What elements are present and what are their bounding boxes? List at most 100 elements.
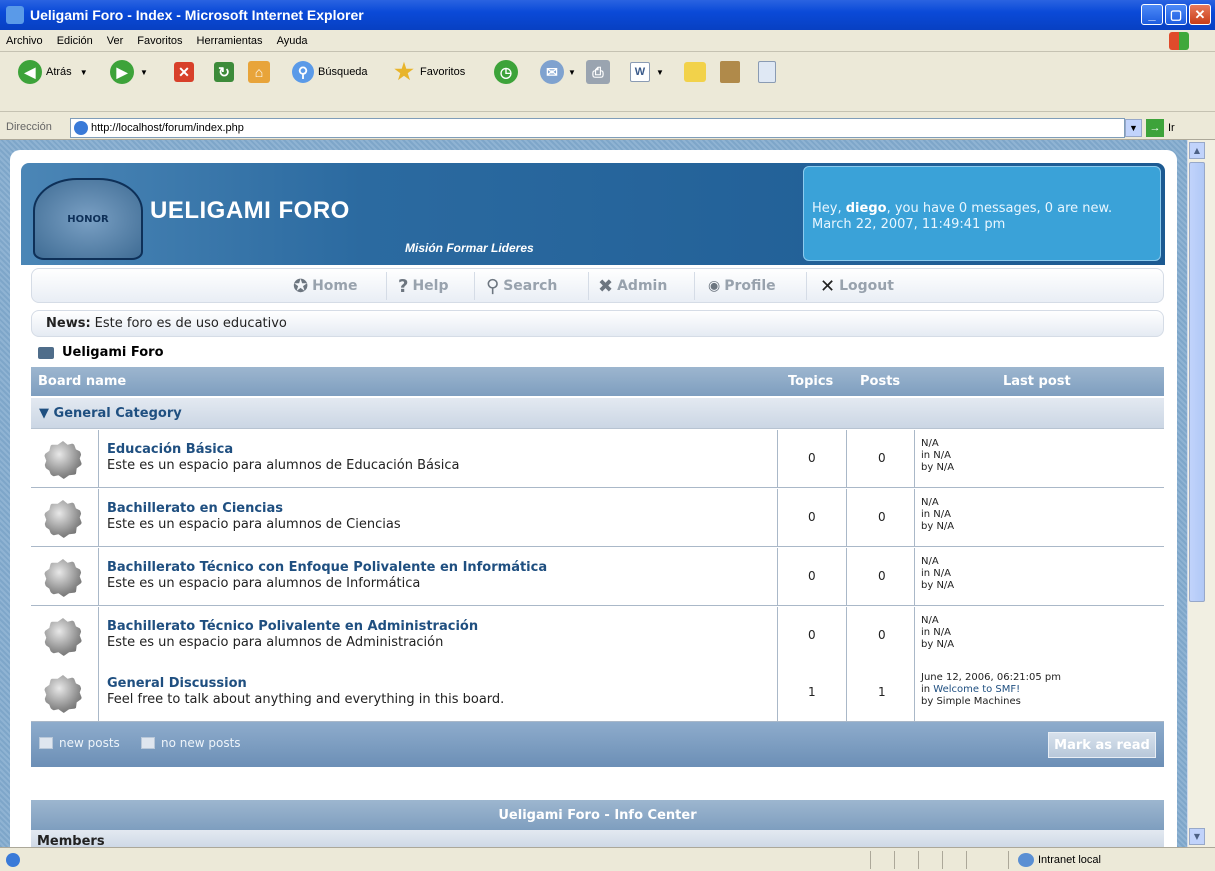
- menu-edicion[interactable]: Edición: [57, 35, 93, 47]
- status-panel: [870, 851, 871, 869]
- print-button[interactable]: ⎙: [586, 55, 610, 89]
- greeting-pre: Hey,: [812, 201, 846, 216]
- menu-favoritos[interactable]: Favoritos: [137, 35, 182, 47]
- nav-logout-label: Logout: [839, 278, 894, 294]
- cell-divider: [914, 489, 915, 547]
- user-info-box: Hey, diego, you have 0 messages, 0 are n…: [803, 166, 1161, 261]
- edit-button[interactable]: W ▼: [630, 55, 664, 89]
- word-icon: W: [630, 62, 650, 82]
- menu-archivo[interactable]: Archivo: [6, 35, 43, 47]
- no-new-posts-icon: [141, 737, 155, 749]
- eye-icon: ◉: [708, 278, 721, 294]
- nav-logout[interactable]: ✕ Logout: [820, 272, 894, 300]
- search-button[interactable]: ⚲ Búsqueda: [292, 55, 368, 89]
- windows-logo-icon: [1169, 32, 1189, 50]
- stop-button[interactable]: ✕: [174, 55, 194, 89]
- minimize-button[interactable]: _: [1141, 4, 1163, 25]
- intranet-icon: [1018, 853, 1034, 867]
- nav-divider: [588, 272, 589, 300]
- legend-no-new-posts: no new posts: [141, 736, 241, 750]
- forward-button[interactable]: ▶ ▼: [110, 55, 148, 89]
- vertical-scrollbar[interactable]: ▲ ▼: [1187, 140, 1215, 847]
- research-button[interactable]: [720, 55, 740, 89]
- menu-ayuda[interactable]: Ayuda: [277, 35, 308, 47]
- nav-divider: [806, 272, 807, 300]
- last-post-date: N/A: [921, 438, 939, 449]
- close-button[interactable]: ✕: [1189, 4, 1211, 25]
- search-icon: ⚲: [486, 275, 500, 297]
- site-title: UELIGAMI FORO: [150, 197, 350, 224]
- address-input[interactable]: http://localhost/forum/index.php: [70, 118, 1125, 138]
- legend-new-label: new posts: [59, 736, 120, 750]
- cell-divider: [846, 430, 847, 488]
- home-icon: ⌂: [248, 61, 270, 83]
- last-post-topic-link[interactable]: Welcome to SMF!: [933, 684, 1020, 695]
- back-label: Atrás: [46, 66, 72, 78]
- window-titlebar: Ueligami Foro - Index - Microsoft Intern…: [0, 0, 1215, 30]
- go-button[interactable]: → Ir: [1146, 119, 1175, 137]
- go-label: Ir: [1168, 122, 1175, 134]
- board-topics: 1: [808, 685, 816, 699]
- board-title[interactable]: Bachillerato Técnico con Enfoque Polival…: [107, 560, 547, 575]
- nav-home[interactable]: ✪ Home: [293, 272, 358, 300]
- messenger-button[interactable]: [758, 55, 776, 89]
- board-posts: 0: [878, 510, 886, 524]
- status-panel: [894, 851, 895, 869]
- col-last-post: Last post: [1003, 374, 1071, 389]
- back-button[interactable]: ◀ Atrás ▼: [18, 55, 88, 89]
- col-posts: Posts: [860, 374, 901, 389]
- window-title: Ueligami Foro - Index - Microsoft Intern…: [30, 7, 364, 23]
- greeting-post: , you have 0 messages, 0 are new.: [886, 201, 1113, 216]
- security-zone: Intranet local: [1018, 853, 1101, 867]
- printer-icon: ⎙: [586, 60, 610, 84]
- refresh-button[interactable]: ↻: [214, 55, 234, 89]
- chevron-down-icon: ▼: [140, 67, 148, 77]
- last-post-author: by N/A: [921, 639, 955, 650]
- cell-divider: [914, 607, 915, 665]
- category-row[interactable]: ▼ General Category: [31, 398, 1164, 429]
- breadcrumb-forum[interactable]: Ueligami Foro: [62, 345, 164, 360]
- chevron-down-icon: ▼: [79, 67, 88, 77]
- username[interactable]: diego: [846, 201, 887, 216]
- cell-divider: [846, 607, 847, 665]
- mark-as-read-button[interactable]: Mark as read: [1048, 732, 1156, 758]
- scroll-thumb[interactable]: [1189, 162, 1205, 602]
- nav-help[interactable]: ? Help: [398, 272, 449, 300]
- menu-ver[interactable]: Ver: [107, 35, 124, 47]
- scroll-down-button[interactable]: ▼: [1189, 828, 1205, 845]
- home-icon: ✪: [293, 275, 309, 297]
- menu-herramientas[interactable]: Herramientas: [197, 35, 263, 47]
- cell-divider: [914, 430, 915, 488]
- history-button[interactable]: ◷: [494, 55, 518, 89]
- cell-divider: [914, 664, 915, 722]
- board-title[interactable]: Bachillerato en Ciencias: [107, 501, 283, 516]
- home-button[interactable]: ⌂: [248, 55, 270, 89]
- chevron-down-icon: ▼: [656, 67, 664, 77]
- last-post-topic: in N/A: [921, 568, 951, 579]
- nav-profile[interactable]: ◉ Profile: [708, 272, 776, 300]
- scroll-up-button[interactable]: ▲: [1189, 142, 1205, 159]
- cell-divider: [846, 664, 847, 722]
- mail-button[interactable]: ✉ ▼: [540, 55, 576, 89]
- board-table-header: Board name Topics Posts Last post: [31, 367, 1164, 396]
- stop-icon: ✕: [174, 62, 194, 82]
- last-post-author: by N/A: [921, 580, 955, 591]
- board-title[interactable]: Educación Básica: [107, 442, 233, 457]
- nav-search[interactable]: ⚲ Search: [486, 272, 557, 300]
- address-dropdown[interactable]: ▼: [1125, 119, 1142, 137]
- board-title[interactable]: General Discussion: [107, 676, 247, 691]
- favorites-button[interactable]: ★ Favoritos: [392, 55, 465, 89]
- last-post-topic: in N/A: [921, 509, 951, 520]
- board-description: Este es un espacio para alumnos de Admin…: [107, 635, 444, 650]
- back-arrow-icon: ◀: [18, 60, 42, 84]
- folder-button[interactable]: [684, 55, 706, 89]
- col-board-name: Board name: [38, 374, 127, 389]
- maximize-button[interactable]: ▢: [1165, 4, 1187, 25]
- board-description: Este es un espacio para alumnos de Cienc…: [107, 517, 401, 532]
- board-last-post: N/A in N/A by N/A: [921, 438, 954, 474]
- nav-admin[interactable]: ✖ Admin: [598, 272, 667, 300]
- board-title[interactable]: Bachillerato Técnico Polivalente en Admi…: [107, 619, 478, 634]
- ie-icon: [6, 6, 24, 24]
- cell-divider: [777, 548, 778, 606]
- nav-divider: [386, 272, 387, 300]
